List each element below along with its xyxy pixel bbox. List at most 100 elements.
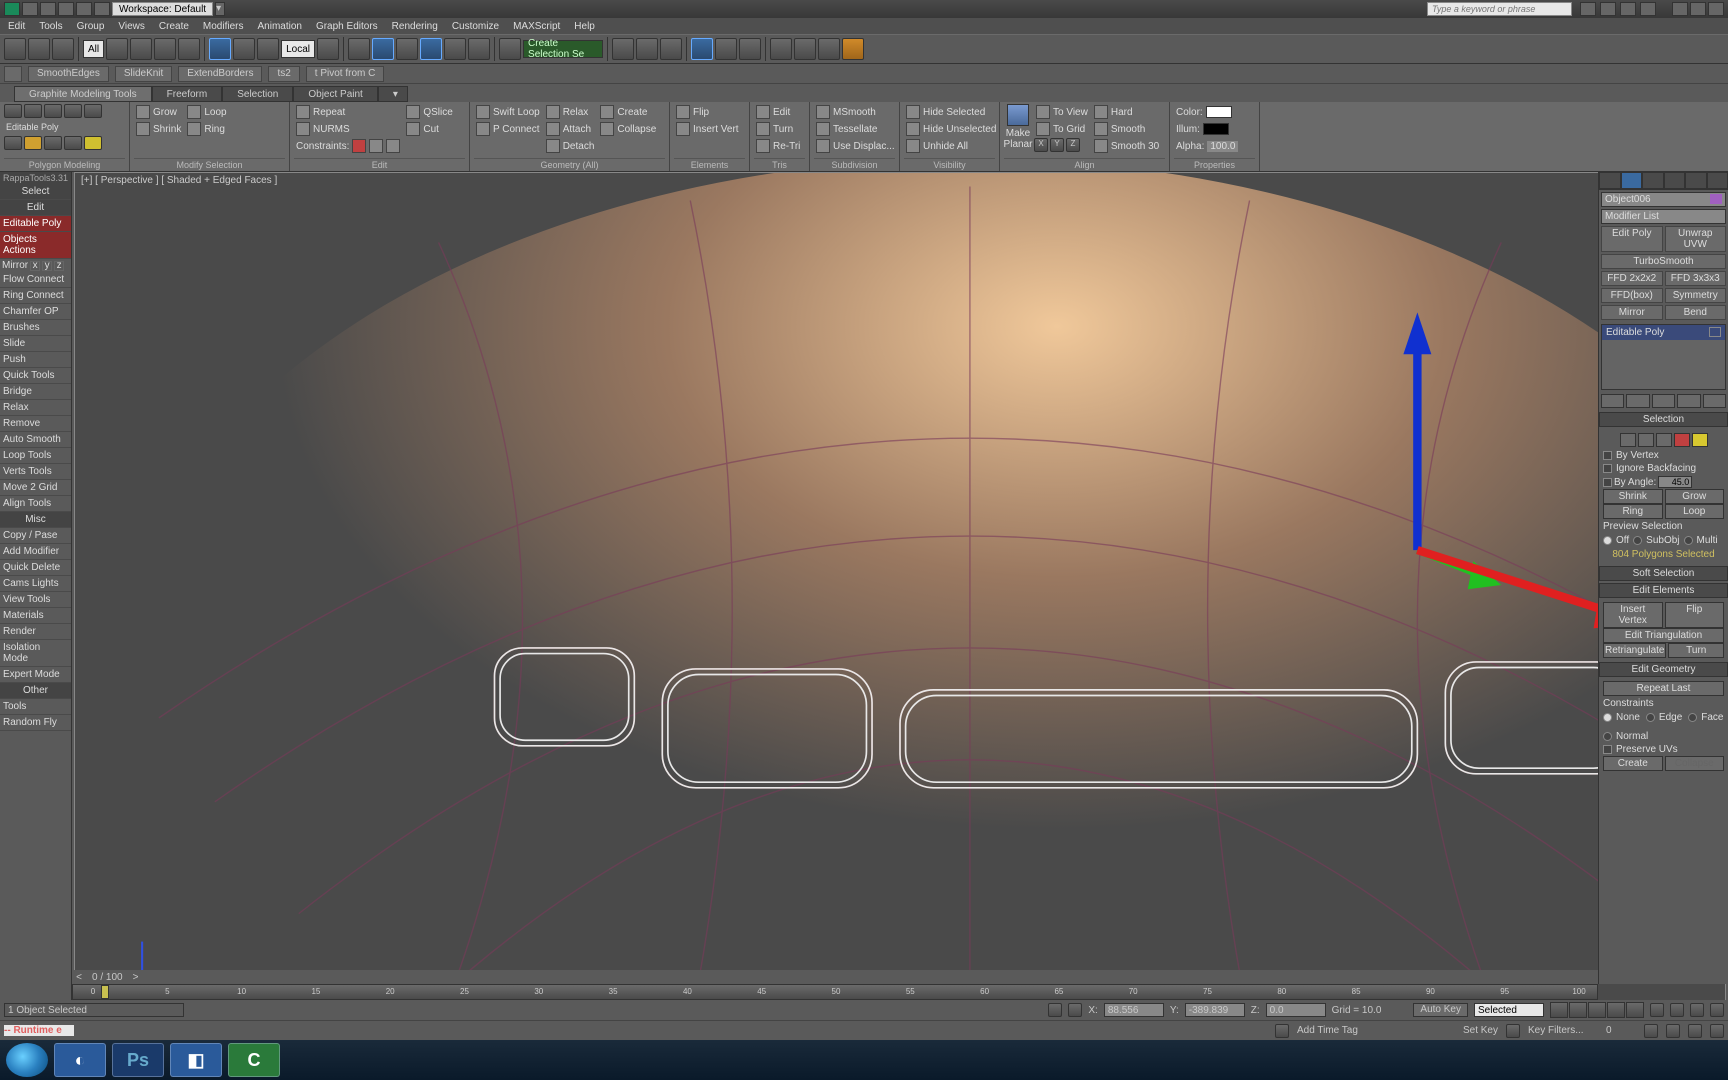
rappa-other-header[interactable]: Other: [0, 683, 71, 699]
modbtn-turbosmooth[interactable]: TurboSmooth: [1601, 254, 1726, 269]
repeatlast-btn[interactable]: Repeat Last: [1603, 681, 1724, 696]
render-frame-icon[interactable]: [818, 38, 840, 60]
keymode-dropdown[interactable]: Selected: [1474, 1003, 1544, 1017]
named-selection-dropdown[interactable]: Create Selection Se: [523, 40, 603, 58]
hidesel-button[interactable]: Hide Selected: [904, 104, 998, 120]
rappa-item-verts-tools[interactable]: Verts Tools: [0, 464, 71, 480]
redo-icon[interactable]: [94, 2, 110, 16]
collapse-button[interactable]: Collapse: [598, 121, 658, 137]
relax-button[interactable]: Relax: [544, 104, 597, 120]
rappa-item-quick-tools[interactable]: Quick Tools: [0, 368, 71, 384]
preview-off-radio[interactable]: Off: [1603, 534, 1629, 547]
unlink-icon[interactable]: [28, 38, 50, 60]
rappa-editablepoly[interactable]: Editable Poly: [0, 216, 71, 232]
ring-button[interactable]: Ring: [185, 121, 228, 137]
lock-selection-icon[interactable]: [1048, 1003, 1062, 1017]
rappa-item-materials[interactable]: Materials: [0, 608, 71, 624]
frame-field[interactable]: 0: [1606, 1025, 1636, 1036]
constraint-face-radio[interactable]: Face: [1688, 711, 1723, 724]
signin-icon[interactable]: [1580, 2, 1596, 16]
setkey-button[interactable]: Set Key: [1463, 1025, 1498, 1036]
object-color-swatch[interactable]: [1710, 194, 1722, 204]
trackbar-right-icon[interactable]: >: [129, 972, 143, 983]
subobj-border-icon[interactable]: [44, 104, 62, 118]
x-field[interactable]: 88.556: [1104, 1003, 1164, 1017]
grow-btn[interactable]: Grow: [1665, 489, 1725, 504]
rappa-item-isolation-mode[interactable]: Isolation Mode: [0, 640, 71, 667]
save-icon[interactable]: [58, 2, 74, 16]
select-name-icon[interactable]: [130, 38, 152, 60]
rappa-objectsactions[interactable]: Objects Actions: [0, 232, 71, 259]
modbtn-unwrap-uvw[interactable]: Unwrap UVW: [1665, 226, 1727, 252]
rappa-select[interactable]: Select: [0, 184, 71, 200]
retriangulate-btn[interactable]: Retriangulate: [1603, 643, 1666, 658]
ribbon-toggle-icon[interactable]: [691, 38, 713, 60]
spinner-snap-icon[interactable]: [468, 38, 490, 60]
rappa-misc-header[interactable]: Misc: [0, 512, 71, 528]
flip-button[interactable]: Flip: [674, 104, 741, 120]
turn-button[interactable]: Turn: [754, 121, 802, 137]
preview-subobj-radio[interactable]: SubObj: [1633, 534, 1679, 547]
align-icon[interactable]: [636, 38, 658, 60]
menu-edit[interactable]: Edit: [8, 21, 25, 32]
rappa-item-bridge[interactable]: Bridge: [0, 384, 71, 400]
constraint-face-icon[interactable]: [386, 139, 400, 153]
menu-grapheditors[interactable]: Graph Editors: [316, 21, 378, 32]
rappa-item-flow-connect[interactable]: Flow Connect: [0, 272, 71, 288]
rappa-item-remove[interactable]: Remove: [0, 416, 71, 432]
collapse-btn[interactable]: Collapse: [1665, 756, 1725, 771]
modbtn-ffd-2x2x2[interactable]: FFD 2x2x2: [1601, 271, 1663, 286]
unhideall-button[interactable]: Unhide All: [904, 138, 998, 154]
nav-pan2-icon[interactable]: [1688, 1024, 1702, 1038]
play-icon[interactable]: [1588, 1002, 1606, 1018]
layers-icon[interactable]: [660, 38, 682, 60]
tessellate-button[interactable]: Tessellate: [814, 121, 897, 137]
subobj-element-icon[interactable]: [84, 104, 102, 118]
trackbar-left-icon[interactable]: <: [72, 972, 86, 983]
modbtn-mirror[interactable]: Mirror: [1601, 305, 1663, 320]
select-region-icon[interactable]: [154, 38, 176, 60]
byvertex-checkbox[interactable]: By Vertex: [1603, 449, 1724, 462]
retri-button[interactable]: Re-Tri: [754, 138, 802, 154]
workspace-dropdown[interactable]: Workspace: Default: [112, 2, 213, 16]
cmdtab-hierarchy-icon[interactable]: [1642, 172, 1664, 189]
insertvert-button[interactable]: Insert Vert: [674, 121, 741, 137]
swiftloop-button[interactable]: Swift Loop: [474, 104, 542, 120]
subobj-element-icon2[interactable]: [1692, 433, 1708, 447]
refcoord-dropdown[interactable]: Local: [281, 40, 315, 58]
subobj-edge-icon[interactable]: [24, 104, 42, 118]
select-move-icon[interactable]: [209, 38, 231, 60]
menu-group[interactable]: Group: [77, 21, 105, 32]
ribbon-tab-selection[interactable]: Selection: [222, 86, 293, 102]
trackbar[interactable]: < 0 / 100 >: [72, 970, 1598, 984]
script-tab-extendborders[interactable]: ExtendBorders: [178, 66, 262, 82]
script-tab-smoothedges[interactable]: SmoothEdges: [28, 66, 109, 82]
addtimetag-button[interactable]: Add Time Tag: [1297, 1025, 1387, 1036]
cmdtab-display-icon[interactable]: [1685, 172, 1707, 189]
subobj-vertex-icon[interactable]: [4, 104, 22, 118]
modstack-editablepoly[interactable]: Editable Poly: [1602, 325, 1725, 340]
script-tab-ts2[interactable]: ts2: [268, 66, 299, 82]
cut-button[interactable]: Cut: [404, 121, 454, 137]
mirror-icon[interactable]: [612, 38, 634, 60]
constraint-edge-icon[interactable]: [369, 139, 383, 153]
subobj-poly-icon2[interactable]: [1674, 433, 1690, 447]
menu-help[interactable]: Help: [574, 21, 595, 32]
menu-tools[interactable]: Tools: [39, 21, 62, 32]
select-rotate-icon[interactable]: [233, 38, 255, 60]
menu-views[interactable]: Views: [118, 21, 145, 32]
modbtn-edit-poly[interactable]: Edit Poly: [1601, 226, 1663, 252]
rappa-item-align-tools[interactable]: Align Tools: [0, 496, 71, 512]
maximize-icon[interactable]: [1690, 2, 1706, 16]
polymod-btn5[interactable]: [84, 136, 102, 150]
toview-button[interactable]: To View: [1034, 104, 1090, 120]
timeline-handle[interactable]: [101, 985, 109, 999]
workspace-dropdown-arrow-icon[interactable]: ▾: [215, 2, 225, 16]
menu-rendering[interactable]: Rendering: [392, 21, 438, 32]
nav-pan-icon[interactable]: [1650, 1003, 1664, 1017]
autokey-button[interactable]: Auto Key: [1413, 1003, 1468, 1017]
bind-spacewarp-icon[interactable]: [52, 38, 74, 60]
subobj-poly-icon[interactable]: [64, 104, 82, 118]
manipulate-icon[interactable]: [348, 38, 370, 60]
constraint-edge-radio[interactable]: Edge: [1646, 711, 1682, 724]
